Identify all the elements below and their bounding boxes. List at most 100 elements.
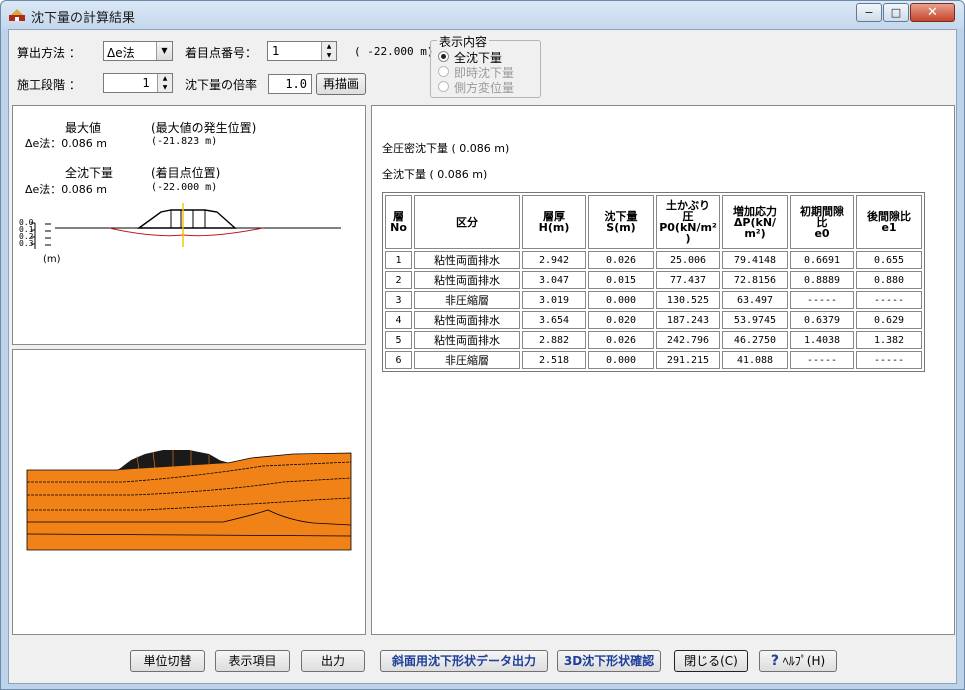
minimize-icon: − xyxy=(864,6,874,19)
point-value: 1 xyxy=(272,44,280,58)
scale-tick: 0.3 xyxy=(19,239,34,248)
results-table: 層 No 区分 層厚 H(m) 沈下量 S(m) 土かぶり 圧 P0(kN/m² ) 増加… xyxy=(382,192,925,372)
table-cell: 非圧縮層 xyxy=(414,291,520,309)
table-cell: 1 xyxy=(385,251,412,269)
table-cell: 6 xyxy=(385,351,412,369)
table-cell: 0.655 xyxy=(856,251,922,269)
stage-value: 1 xyxy=(142,76,150,90)
help-button[interactable]: ? ﾍﾙﾌﾟ(H) xyxy=(759,650,837,672)
table-cell: 0.629 xyxy=(856,311,922,329)
slope-data-output-button[interactable]: 斜面用沈下形状データ出力 xyxy=(380,650,548,672)
ratio-input[interactable]: 1.0 xyxy=(268,74,312,94)
table-cell: 63.497 xyxy=(722,291,788,309)
help-label: ﾍﾙﾌﾟ(H) xyxy=(782,654,826,668)
display-legend: 表示内容 xyxy=(437,33,490,50)
settlement-diagram xyxy=(31,203,341,249)
window-title: 沈下量の計算結果 xyxy=(31,11,136,26)
cross-section-panel xyxy=(12,349,366,635)
stage-spinner[interactable]: 1 ▲ ▼ xyxy=(103,73,173,93)
table-header-row: 層 No 区分 層厚 H(m) 沈下量 S(m) 土かぶり 圧 P0(kN/m² ) 増加… xyxy=(385,195,922,249)
table-cell: ----- xyxy=(856,351,922,369)
output-button[interactable]: 出力 xyxy=(301,650,365,672)
ratio-label: 沈下量の倍率 xyxy=(185,78,258,92)
table-cell: 46.2750 xyxy=(722,331,788,349)
close-button[interactable]: 閉じる(C) xyxy=(674,650,748,672)
table-cell: 2 xyxy=(385,271,412,289)
table-header-cell: 沈下量 S(m) xyxy=(588,195,654,249)
chevron-down-icon[interactable]: ▼ xyxy=(156,42,172,60)
spinner-arrows-icon[interactable]: ▲ ▼ xyxy=(157,74,172,92)
table-cell: ----- xyxy=(790,351,854,369)
table-cell: 0.026 xyxy=(588,251,654,269)
display-groupbox: 表示内容 全沈下量 即時沈下量 側方変位量 xyxy=(430,33,541,98)
radio-total[interactable] xyxy=(438,51,449,62)
table-cell: 130.525 xyxy=(656,291,720,309)
maximize-button[interactable]: □ xyxy=(883,3,909,22)
table-cell: 1.382 xyxy=(856,331,922,349)
table-cell: 72.8156 xyxy=(722,271,788,289)
table-cell: 187.243 xyxy=(656,311,720,329)
total-line: 全沈下量 ( 0.086 m) xyxy=(382,168,488,181)
table-cell: 0.880 xyxy=(856,271,922,289)
method-select[interactable]: Δe法 ▼ xyxy=(103,41,173,61)
unit-switch-button[interactable]: 単位切替 xyxy=(130,650,205,672)
table-cell: ----- xyxy=(856,291,922,309)
title-bar[interactable]: 沈下量の計算結果 − □ ✕ xyxy=(1,1,964,29)
point-position: ( -22.000 m) xyxy=(354,45,434,58)
table-cell: 粘性両面排水 xyxy=(414,331,520,349)
table-header-cell: 土かぶり 圧 P0(kN/m² ) xyxy=(656,195,720,249)
method-value: Δe法 xyxy=(107,46,135,60)
table-cell: 53.9745 xyxy=(722,311,788,329)
app-icon xyxy=(9,9,25,21)
table-cell: 2.942 xyxy=(522,251,586,269)
table-cell: 3.019 xyxy=(522,291,586,309)
radio-lateral xyxy=(438,81,449,92)
table-cell: 0.020 xyxy=(588,311,654,329)
table-row: 5 粘性両面排水 2.882 0.026 242.796 46.2750 1.4038 1.3… xyxy=(385,331,922,349)
minimize-button[interactable]: − xyxy=(856,3,882,22)
close-window-button[interactable]: ✕ xyxy=(910,3,955,22)
table-header-cell: 初期間隙 比 e0 xyxy=(790,195,854,249)
table-row: 3 非圧縮層 3.019 0.000 130.525 63.497 ----- ----- xyxy=(385,291,922,309)
radio-lateral-label: 側方変位量 xyxy=(454,81,515,95)
summary-panel: 最大値 (最大値の発生位置) Δe法：0.086 m (-21.823 m) 全… xyxy=(12,105,366,345)
results-panel: 全圧密沈下量 ( 0.086 m) 全沈下量 ( 0.086 m) 層 No 区分… xyxy=(371,105,955,635)
spinner-arrows-icon[interactable]: ▲ ▼ xyxy=(321,42,336,60)
client-area: 算出方法 ： Δe法 ▼ 着目点番号： 1 ▲ ▼ ( -22.000 m) 施工… xyxy=(8,29,957,684)
table-cell: 0.015 xyxy=(588,271,654,289)
table-header-cell: 層厚 H(m) xyxy=(522,195,586,249)
scale-unit: (m) xyxy=(43,254,61,265)
table-cell: 3.654 xyxy=(522,311,586,329)
table-header-cell: 増加応力 ΔP(kN/ m²) xyxy=(722,195,788,249)
table-cell: ----- xyxy=(790,291,854,309)
help-icon: ? xyxy=(770,653,779,669)
point-spinner[interactable]: 1 ▲ ▼ xyxy=(267,41,337,61)
table-row: 4 粘性両面排水 3.654 0.020 187.243 53.9745 0.6379 0.6… xyxy=(385,311,922,329)
table-cell: 25.006 xyxy=(656,251,720,269)
table-row: 2 粘性両面排水 3.047 0.015 77.437 72.8156 0.8889 0.88… xyxy=(385,271,922,289)
table-cell: 3 xyxy=(385,291,412,309)
app-window: 沈下量の計算結果 − □ ✕ 算出方法 ： Δe法 ▼ 着目点番号： 1 ▲ ▼ … xyxy=(0,0,965,690)
maximize-icon: □ xyxy=(890,6,902,19)
display-items-button[interactable]: 表示項目 xyxy=(215,650,290,672)
close-icon: ✕ xyxy=(927,5,938,20)
table-header-cell: 区分 xyxy=(414,195,520,249)
stage-label: 施工段階 ： xyxy=(17,78,81,92)
3d-check-button[interactable]: 3D沈下形状確認 xyxy=(557,650,661,672)
radio-immediate xyxy=(438,66,449,77)
table-cell: 242.796 xyxy=(656,331,720,349)
table-cell: 0.026 xyxy=(588,331,654,349)
table-cell: 3.047 xyxy=(522,271,586,289)
table-cell: 77.437 xyxy=(656,271,720,289)
table-cell: 2.518 xyxy=(522,351,586,369)
table-cell: 291.215 xyxy=(656,351,720,369)
redraw-button[interactable]: 再描画 xyxy=(316,73,366,95)
table-cell: 4 xyxy=(385,311,412,329)
table-body: 1 粘性両面排水 2.942 0.026 25.006 79.4148 0.6691 0.65… xyxy=(385,251,922,369)
table-cell: 粘性両面排水 xyxy=(414,311,520,329)
table-row: 1 粘性両面排水 2.942 0.026 25.006 79.4148 0.6691 0.65… xyxy=(385,251,922,269)
method-label: 算出方法 ： xyxy=(17,46,81,60)
table-cell: 79.4148 xyxy=(722,251,788,269)
table-header-cell: 層 No xyxy=(385,195,412,249)
table-header-cell: 後間隙比 e1 xyxy=(856,195,922,249)
